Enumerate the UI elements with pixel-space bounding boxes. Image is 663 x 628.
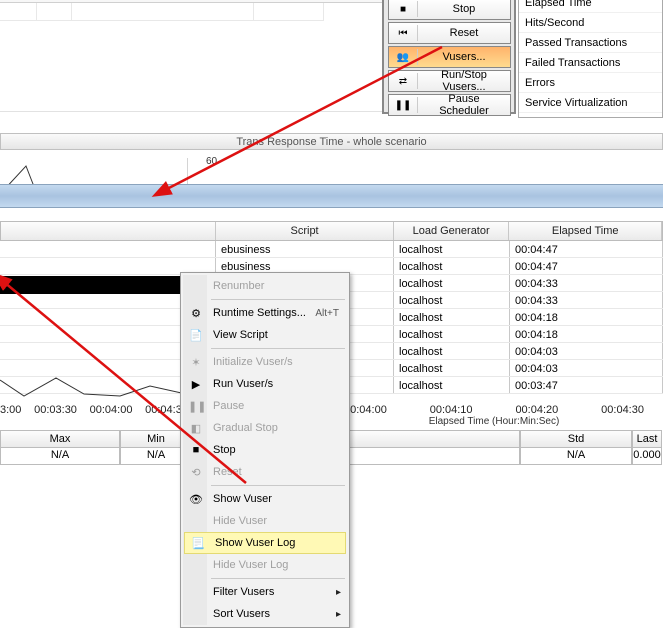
tick: 00:04:20 <box>515 404 558 416</box>
stats-col: MaxN/A <box>0 430 120 465</box>
stop-button[interactable]: ■Stop <box>388 0 511 20</box>
tick: 00:04:10 <box>430 404 473 416</box>
ctx-label: Gradual Stop <box>213 422 347 434</box>
ctx-show-vuser[interactable]: 👁 Show Vuser <box>183 488 347 510</box>
ctx-icon: ✶ <box>188 356 204 369</box>
ctx-icon: ⚙ <box>188 307 204 320</box>
ctx-initialize-vuser-s: ✶ Initialize Vuser/s <box>183 351 347 373</box>
ctx-view-script[interactable]: 📄 View Script <box>183 324 347 346</box>
ctx-label: Renumber <box>213 280 347 292</box>
ctx-icon: 📄 <box>188 329 204 342</box>
ctx-label: Run Vuser/s <box>213 378 347 390</box>
ctx-icon: ⟲ <box>188 466 204 479</box>
ctx-show-vuser-log[interactable]: 📃 Show Vuser Log <box>184 532 346 554</box>
response-chart: 60 <box>0 152 663 220</box>
response-chart-title: Trans Response Time - whole scenario <box>0 133 663 150</box>
ctx-reset: ⟲ Reset <box>183 461 347 483</box>
ctx-icon: ◧ <box>188 422 204 435</box>
vusers-label: Vusers... <box>418 51 510 63</box>
x-axis-title: Elapsed Time (Hour:Min:Sec) <box>344 416 644 427</box>
tick: 00:04:00 <box>90 404 133 416</box>
ctx-gradual-stop: ◧ Gradual Stop <box>183 417 347 439</box>
status-passed[interactable]: Passed Transactions <box>519 33 662 53</box>
col-script[interactable]: Script <box>216 222 393 240</box>
stop-icon: ■ <box>389 4 417 15</box>
pause-label: Pause Scheduler <box>418 93 510 117</box>
pause-icon: ❚❚ <box>389 100 417 111</box>
selected-row-highlight <box>0 276 188 294</box>
reset-label: Reset <box>418 27 510 39</box>
ctx-shortcut: Alt+T <box>315 308 347 319</box>
run-stop-label: Run/Stop Vusers... <box>418 69 510 93</box>
ctx-label: Stop <box>213 444 347 456</box>
stats-col: Last0.000 <box>632 430 662 465</box>
run-stop-vusers-button[interactable]: ⇄Run/Stop Vusers... <box>388 70 511 92</box>
ctx-icon: 👁 <box>188 493 204 506</box>
status-failed[interactable]: Failed Transactions <box>519 53 662 73</box>
ctx-label: Sort Vusers <box>213 608 347 620</box>
ctx-sort-vusers[interactable]: Sort Vusers <box>183 603 347 625</box>
ctx-label: Hide Vuser Log <box>213 559 347 571</box>
ctx-icon: ❚❚ <box>188 400 204 413</box>
pause-scheduler-button[interactable]: ❚❚Pause Scheduler <box>388 94 511 116</box>
col-blank <box>1 222 216 240</box>
status-hits[interactable]: Hits/Second <box>519 13 662 33</box>
ctx-label: Show Vuser <box>213 493 347 505</box>
reset-icon: ⏮ <box>389 28 417 39</box>
scenario-status-panel: Elapsed Time Hits/Second Passed Transact… <box>518 0 663 118</box>
ctx-label: Runtime Settings... <box>213 307 315 319</box>
ctx-icon: ■ <box>188 444 204 456</box>
ctx-run-vuser-s[interactable]: ▶ Run Vuser/s <box>183 373 347 395</box>
ctx-renumber: Renumber <box>183 275 347 297</box>
table-row[interactable]: ebusinesslocalhost00:04:47 <box>0 241 663 258</box>
ctx-stop[interactable]: ■ Stop <box>183 439 347 461</box>
ctx-runtime-settings-[interactable]: ⚙ Runtime Settings...Alt+T <box>183 302 347 324</box>
tick: 00:04:30 <box>601 404 644 416</box>
ctx-icon: ▶ <box>188 378 204 391</box>
ctx-label: Reset <box>213 466 347 478</box>
stats-col: StdN/A <box>520 430 632 465</box>
ctx-hide-vuser: Hide Vuser <box>183 510 347 532</box>
tick: 00:04:00 <box>344 404 387 416</box>
status-sv[interactable]: Service Virtualization <box>519 93 662 113</box>
ctx-pause: ❚❚ Pause <box>183 395 347 417</box>
ctx-label: Pause <box>213 400 347 412</box>
run-stop-icon: ⇄ <box>389 76 417 87</box>
status-errors[interactable]: Errors <box>519 73 662 93</box>
ctx-icon: 📃 <box>190 537 206 550</box>
ctx-filter-vusers[interactable]: Filter Vusers <box>183 581 347 603</box>
vusers-icon: 👥 <box>389 52 417 63</box>
ctx-label: Filter Vusers <box>213 586 347 598</box>
ctx-label: Hide Vuser <box>213 515 347 527</box>
status-elapsed[interactable]: Elapsed Time <box>519 0 662 13</box>
stop-label: Stop <box>418 3 510 15</box>
col-loadgen[interactable]: Load Generator <box>394 222 510 240</box>
tick: 00:03:30 <box>34 404 77 416</box>
reset-button[interactable]: ⏮Reset <box>388 22 511 44</box>
ctx-label: View Script <box>213 329 347 341</box>
top-grid <box>0 0 384 112</box>
y-tick-60: 60 <box>206 156 217 167</box>
ctx-hide-vuser-log: Hide Vuser Log <box>183 554 347 576</box>
ctx-label: Show Vuser Log <box>215 537 345 549</box>
col-elapsed[interactable]: Elapsed Time <box>509 222 662 240</box>
vusers-button[interactable]: 👥Vusers... <box>388 46 511 68</box>
vuser-context-menu[interactable]: Renumber ⚙ Runtime Settings...Alt+T 📄 View S… <box>180 272 350 628</box>
tick: 3:00 <box>0 404 21 416</box>
ctx-label: Initialize Vuser/s <box>213 356 347 368</box>
